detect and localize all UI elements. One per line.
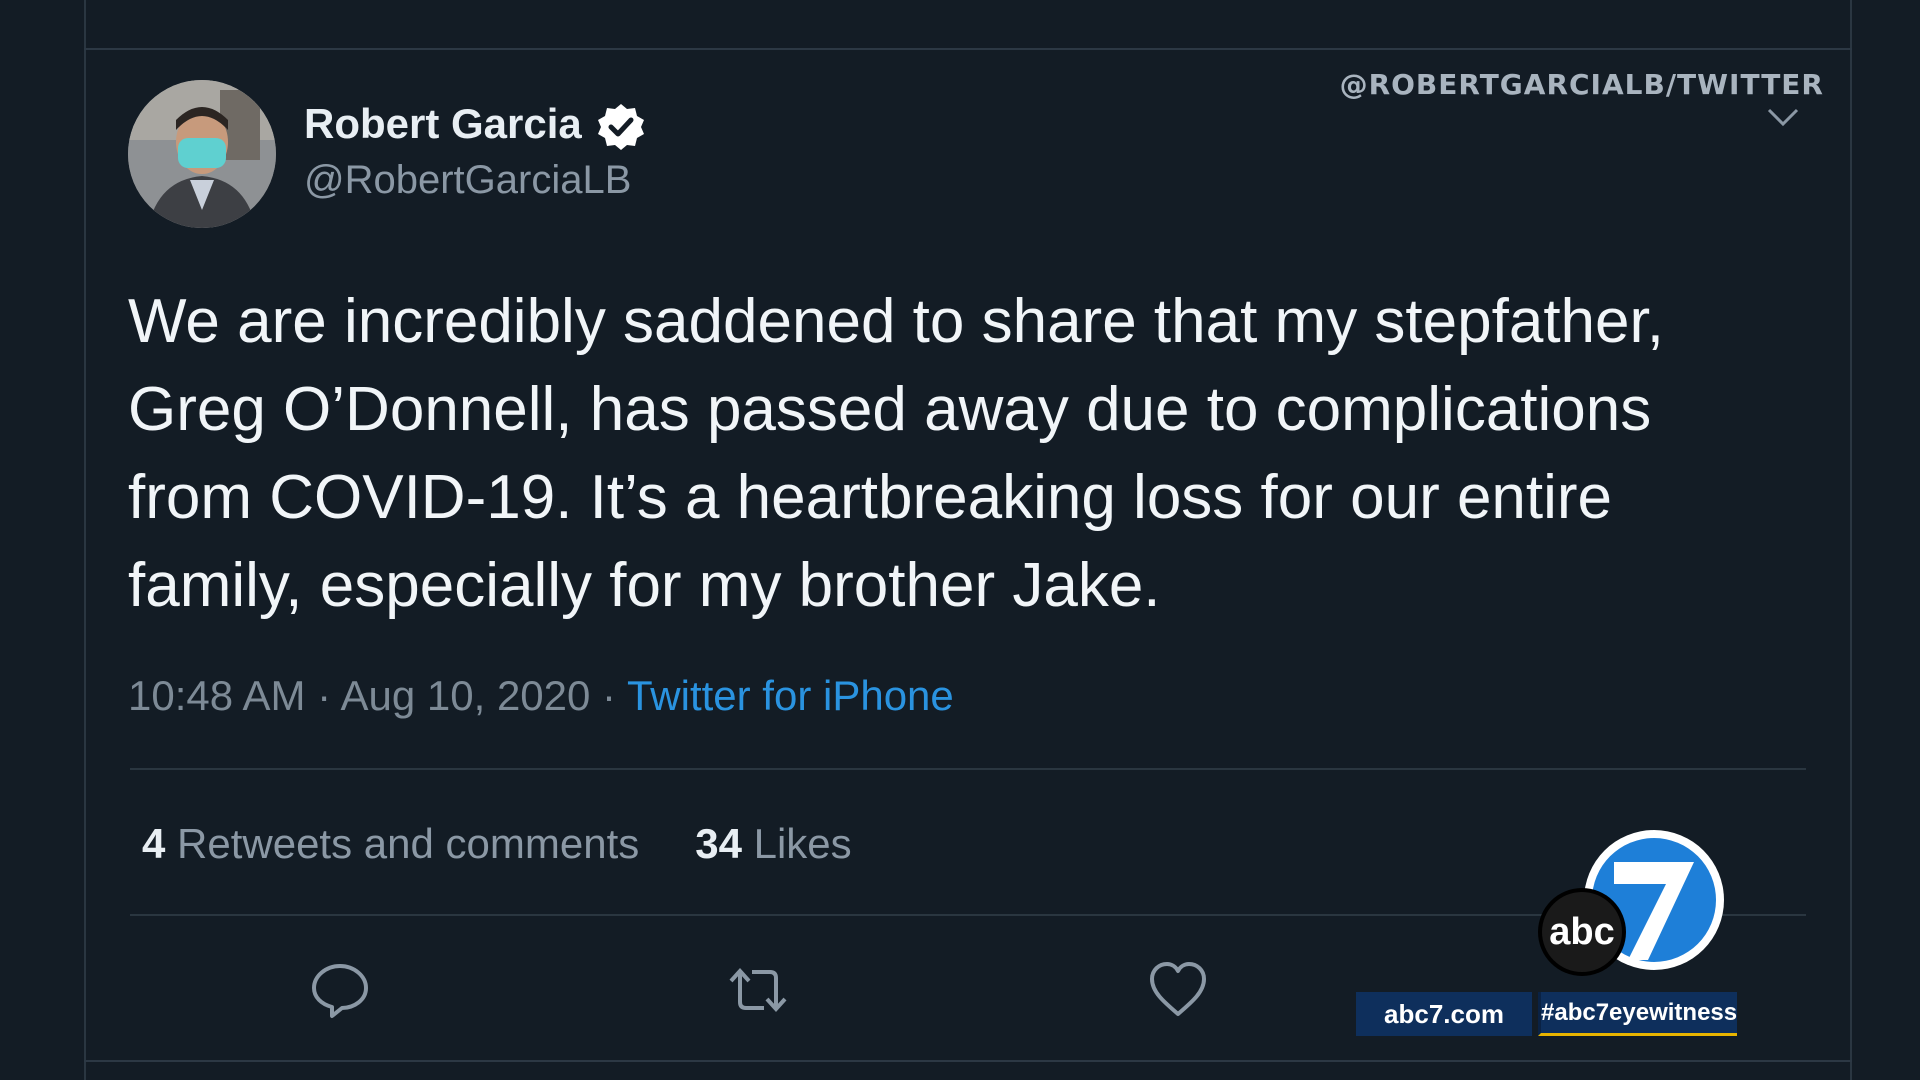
likes-stat[interactable]: 34 Likes — [695, 820, 851, 867]
reply-icon[interactable] — [308, 958, 372, 1022]
retweets-count: 4 — [142, 820, 166, 867]
meta-separator: · — [305, 672, 341, 719]
engagement-stats: 4 Retweets and comments 34 Likes — [142, 820, 852, 868]
source-link[interactable]: Twitter for iPhone — [627, 672, 954, 719]
bottom-divider — [84, 1060, 1852, 1062]
display-name[interactable]: Robert Garcia — [304, 100, 582, 148]
tweet-line: We are incredibly saddened to share that… — [128, 287, 1664, 356]
station-hashtag: #abc7eyewitness — [1538, 992, 1737, 1036]
retweet-icon[interactable] — [726, 958, 790, 1022]
meta-separator: · — [590, 672, 627, 719]
avatar[interactable] — [128, 80, 276, 228]
verified-badge-icon — [598, 104, 644, 150]
likes-label: Likes — [741, 820, 852, 867]
station-site: abc7.com — [1356, 992, 1532, 1036]
tweet-line: family, especially for my brother Jake. — [128, 551, 1161, 620]
source-credit: @ROBERTGARCIALB/TWITTER — [1339, 68, 1824, 101]
meta-divider — [130, 768, 1806, 770]
tweet-line: from COVID-19. It’s a heartbreaking loss… — [128, 463, 1613, 532]
tweet-line: Greg O’Donnell, has passed away due to c… — [128, 375, 1652, 444]
tweet-date[interactable]: Aug 10, 2020 — [340, 672, 590, 719]
retweets-label: Retweets and comments — [165, 820, 640, 867]
tweet-time[interactable]: 10:48 AM — [128, 672, 305, 719]
abc-logo-text: abc — [1549, 911, 1614, 953]
station-footer: abc7.com #abc7eyewitness — [1356, 992, 1737, 1036]
retweets-stat[interactable]: 4 Retweets and comments — [142, 820, 639, 867]
likes-count: 34 — [695, 820, 742, 867]
tweet-body: We are incredibly saddened to share that… — [128, 278, 1828, 630]
user-handle[interactable]: @RobertGarciaLB — [304, 158, 631, 203]
abc7-logo: abc — [1536, 828, 1736, 988]
tweet-meta: 10:48 AM · Aug 10, 2020 · Twitter for iP… — [128, 672, 954, 720]
like-icon[interactable] — [1146, 958, 1210, 1022]
chevron-down-icon[interactable] — [1766, 106, 1800, 128]
top-divider — [84, 48, 1852, 50]
